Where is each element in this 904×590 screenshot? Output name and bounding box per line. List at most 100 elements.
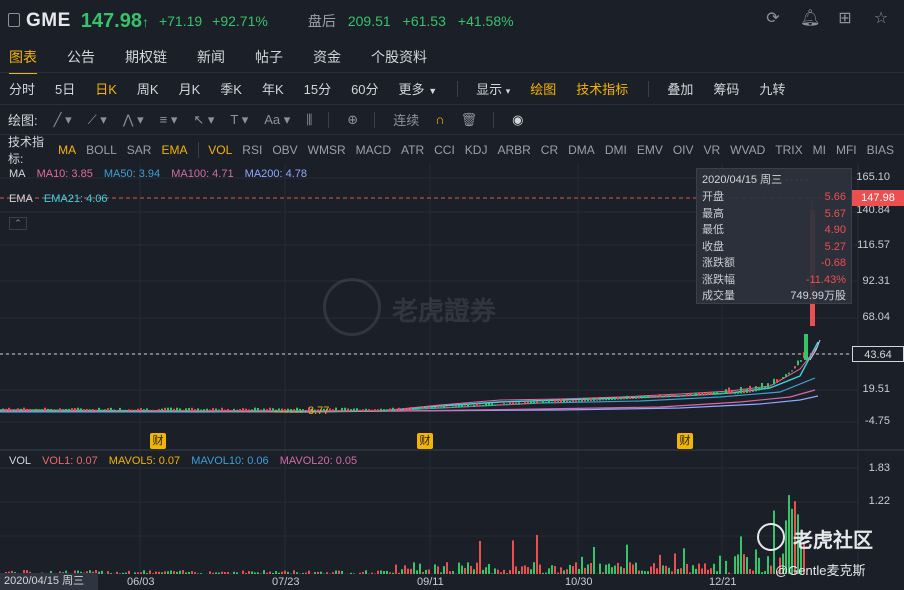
indicator-dma[interactable]: DMA <box>568 143 595 157</box>
indicator-vr[interactable]: VR <box>704 143 721 157</box>
period-monthly[interactable]: 月K <box>179 79 201 98</box>
candle <box>107 408 109 411</box>
indicator-wmsr[interactable]: WMSR <box>308 143 346 157</box>
volume-bar <box>218 572 220 574</box>
volume-bar <box>554 565 556 574</box>
chips-button[interactable]: 筹码 <box>713 79 739 98</box>
candle <box>650 396 652 398</box>
volume-bar <box>461 565 463 574</box>
period-60min[interactable]: 60分 <box>351 79 378 98</box>
candle <box>353 408 355 411</box>
tab-profile[interactable]: 个股资料 <box>371 47 427 67</box>
indicator-trix[interactable]: TRIX <box>775 143 802 157</box>
period-15min[interactable]: 15分 <box>304 79 331 98</box>
earnings-badge[interactable]: 财 <box>417 433 433 449</box>
volume-bar <box>272 572 274 574</box>
period-yearly[interactable]: 年K <box>262 79 284 98</box>
segment-tool-icon[interactable]: ⟋ ▾ <box>88 112 107 128</box>
volume-bar <box>614 565 616 574</box>
indicator-ema[interactable]: EMA <box>161 143 187 157</box>
price-axis-label: -4.75 <box>864 415 890 427</box>
trash-icon[interactable]: 🗑︎ <box>461 112 478 128</box>
tab-news[interactable]: 新闻 <box>197 47 225 67</box>
indicator-rsi[interactable]: RSI <box>242 143 262 157</box>
bell-icon[interactable]: 🔔︎ <box>800 10 820 28</box>
tab-announcements[interactable]: 公告 <box>67 47 95 67</box>
indicator-boll[interactable]: BOLL <box>86 143 117 157</box>
candle <box>554 399 556 403</box>
volume-bar <box>191 571 193 574</box>
candle <box>299 408 301 411</box>
mavol20-value: MAVOL20: 0.05 <box>279 455 358 467</box>
drawing-toggle[interactable]: 绘图 <box>530 79 556 98</box>
display-menu[interactable]: 显示 ▾ <box>476 79 510 98</box>
candle <box>515 402 517 405</box>
collapse-button[interactable]: ⌃ <box>9 217 27 230</box>
eye-icon[interactable]: ◉ <box>512 112 523 128</box>
indicator-cr[interactable]: CR <box>541 143 558 157</box>
indicator-wvad[interactable]: WVAD <box>730 143 765 157</box>
indicator-cci[interactable]: CCI <box>434 143 455 157</box>
indicator-mi[interactable]: MI <box>813 143 826 157</box>
channel-tool-icon[interactable]: ≡ ▾ <box>160 112 178 128</box>
indicator-atr[interactable]: ATR <box>401 143 424 157</box>
ma-legend-label: MA <box>9 168 26 180</box>
indicator-emv[interactable]: EMV <box>637 143 663 157</box>
candle <box>338 409 340 411</box>
indicators-toggle[interactable]: 技术指标 <box>576 79 628 98</box>
volume-bar <box>662 565 664 574</box>
indicator-macd[interactable]: MACD <box>356 143 391 157</box>
text-tool-icon[interactable]: T ▾ <box>230 112 248 128</box>
star-icon[interactable]: ☆ <box>872 10 890 28</box>
indicator-bias[interactable]: BIAS <box>867 143 894 157</box>
tab-posts[interactable]: 帖子 <box>255 47 283 67</box>
tooltip-row: 涨跌额 -0.68 <box>702 257 846 269</box>
indicator-sar[interactable]: SAR <box>127 143 152 157</box>
magnet-icon[interactable]: ∩ <box>435 112 444 127</box>
indicator-kdj[interactable]: KDJ <box>465 143 488 157</box>
period-weekly[interactable]: 周K <box>137 79 159 98</box>
refresh-icon[interactable]: ⟳ <box>764 10 782 28</box>
indicator-obv[interactable]: OBV <box>272 143 297 157</box>
sidebar-toggle-icon[interactable] <box>8 13 20 27</box>
continuous-draw-button[interactable]: 连续 <box>393 110 419 129</box>
volume-bar <box>524 565 526 574</box>
period-intraday[interactable]: 分时 <box>9 79 35 98</box>
tab-chart[interactable]: 图表 <box>9 47 37 74</box>
pattern-tool-icon[interactable]: ⋀ ▾ <box>123 112 144 128</box>
indicator-mfi[interactable]: MFI <box>836 143 857 157</box>
candle <box>779 379 781 382</box>
indicator-oiv[interactable]: OIV <box>673 143 694 157</box>
line-tool-icon[interactable]: ╱ ▾ <box>54 112 72 128</box>
indicator-dmi[interactable]: DMI <box>605 143 627 157</box>
indicator-vol[interactable]: VOL <box>208 143 232 157</box>
watermark-logo-icon <box>323 278 381 336</box>
candle <box>389 408 391 411</box>
indicator-ma[interactable]: MA <box>58 143 76 157</box>
volume-bar <box>446 562 448 574</box>
candle <box>584 399 586 402</box>
price-change: +71.19 <box>158 13 203 29</box>
tab-capital[interactable]: 资金 <box>313 47 341 67</box>
volume-bar <box>302 573 304 574</box>
zoom-in-icon[interactable]: ⊕ <box>347 112 358 128</box>
period-more[interactable]: 更多 ▼ <box>399 79 438 98</box>
period-5day[interactable]: 5日 <box>55 79 75 98</box>
tab-options-chain[interactable]: 期权链 <box>125 47 167 67</box>
grid-icon[interactable]: ⊞ <box>836 10 854 28</box>
nine-turn-button[interactable]: 九转 <box>759 79 785 98</box>
bar-tool-icon[interactable]: ⫼ <box>306 112 312 128</box>
volume-bar <box>140 572 142 574</box>
earnings-badge[interactable]: 财 <box>677 433 693 449</box>
overlay-button[interactable]: 叠加 <box>667 79 693 98</box>
indicator-arbr[interactable]: ARBR <box>497 143 530 157</box>
volume-bar <box>620 566 622 574</box>
font-tool-icon[interactable]: Aa ▾ <box>264 112 290 128</box>
period-daily[interactable]: 日K <box>95 79 117 98</box>
candle <box>41 409 43 411</box>
earnings-badge[interactable]: 财 <box>150 433 166 449</box>
period-quarterly[interactable]: 季K <box>220 79 242 98</box>
arrow-tool-icon[interactable]: ↖ ▾ <box>193 112 214 128</box>
candle <box>365 408 367 411</box>
volume-bar <box>764 571 766 574</box>
